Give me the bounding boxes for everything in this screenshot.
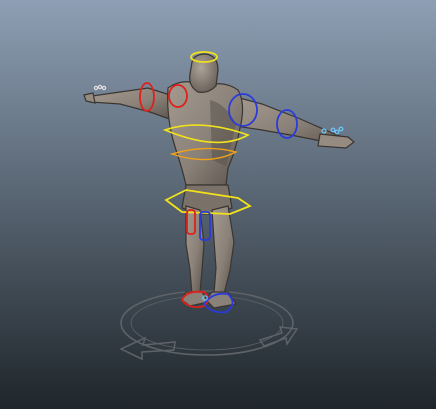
left-hand	[83, 92, 96, 104]
viewport-canvas[interactable]	[0, 0, 436, 409]
maya-3d-viewport[interactable]	[0, 0, 436, 409]
